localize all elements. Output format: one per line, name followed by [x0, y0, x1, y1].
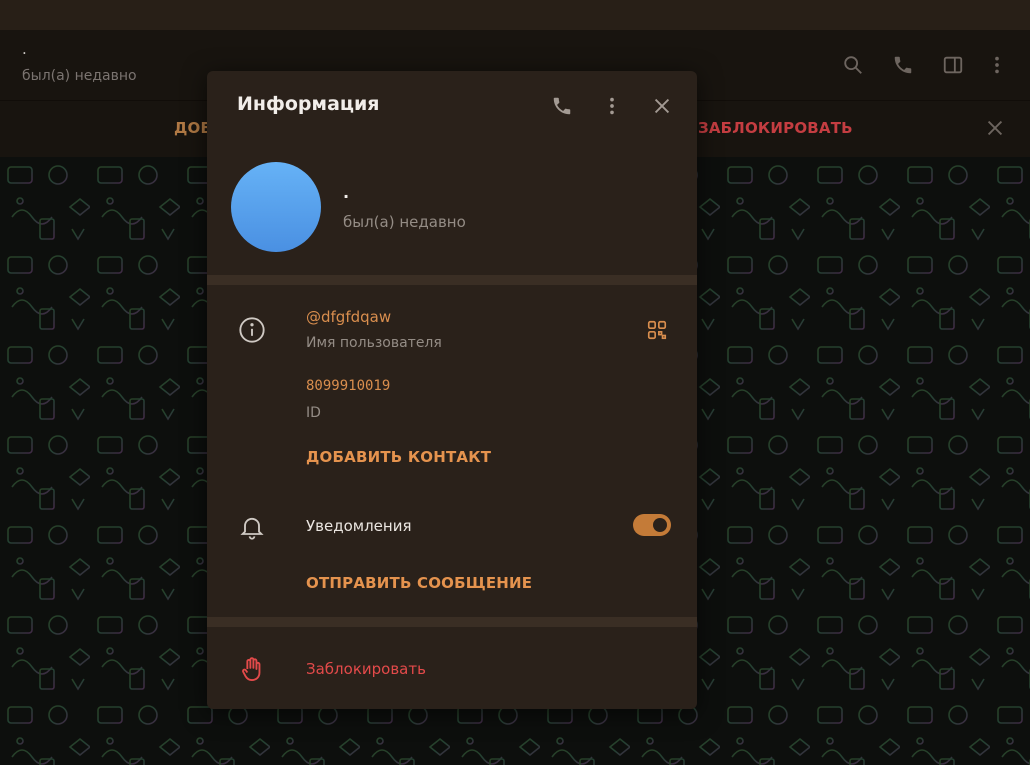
send-message-button[interactable]: ОТПРАВИТЬ СООБЩЕНИЕ	[306, 574, 532, 592]
block-user-button[interactable]: Заблокировать	[306, 660, 426, 678]
more-vertical-icon[interactable]	[598, 92, 626, 120]
username-label: Имя пользователя	[306, 335, 442, 351]
section-divider	[207, 275, 697, 285]
notifications-toggle[interactable]	[633, 514, 671, 536]
dialog-title: Информация	[237, 93, 380, 115]
add-contact-button[interactable]: ДОБАВИТЬ КОНТАКТ	[306, 448, 491, 466]
avatar[interactable]	[231, 162, 321, 252]
qr-code-icon[interactable]	[643, 316, 671, 344]
info-icon	[237, 315, 267, 345]
hand-block-icon	[237, 654, 267, 684]
close-icon[interactable]	[648, 92, 676, 120]
profile-status: был(а) недавно	[343, 213, 466, 231]
toggle-knob	[653, 518, 667, 532]
profile-name: .	[343, 183, 350, 202]
user-info-dialog: Информация . был(а) недавно @dfgfdqaw Им…	[207, 71, 697, 709]
notifications-label: Уведомления	[306, 517, 412, 535]
user-id-label: ID	[306, 405, 321, 421]
app-window: . был(а) недавно ДОБ ЗАБЛОКИРОВАТЬ Инфор…	[0, 0, 1030, 765]
user-id-value[interactable]: 8099910019	[306, 378, 390, 394]
username-value[interactable]: @dfgfdqaw	[306, 308, 391, 326]
bell-icon	[237, 512, 267, 542]
section-divider	[207, 617, 697, 627]
phone-icon[interactable]	[548, 92, 576, 120]
